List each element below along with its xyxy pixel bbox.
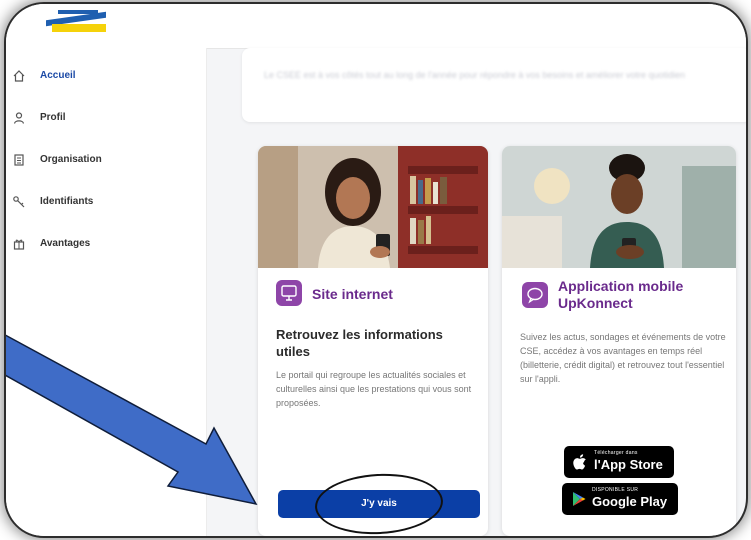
screenshot-frame: Accueil Profil Organisation Identifiants… bbox=[6, 4, 746, 536]
annotation-arrow bbox=[6, 334, 258, 506]
